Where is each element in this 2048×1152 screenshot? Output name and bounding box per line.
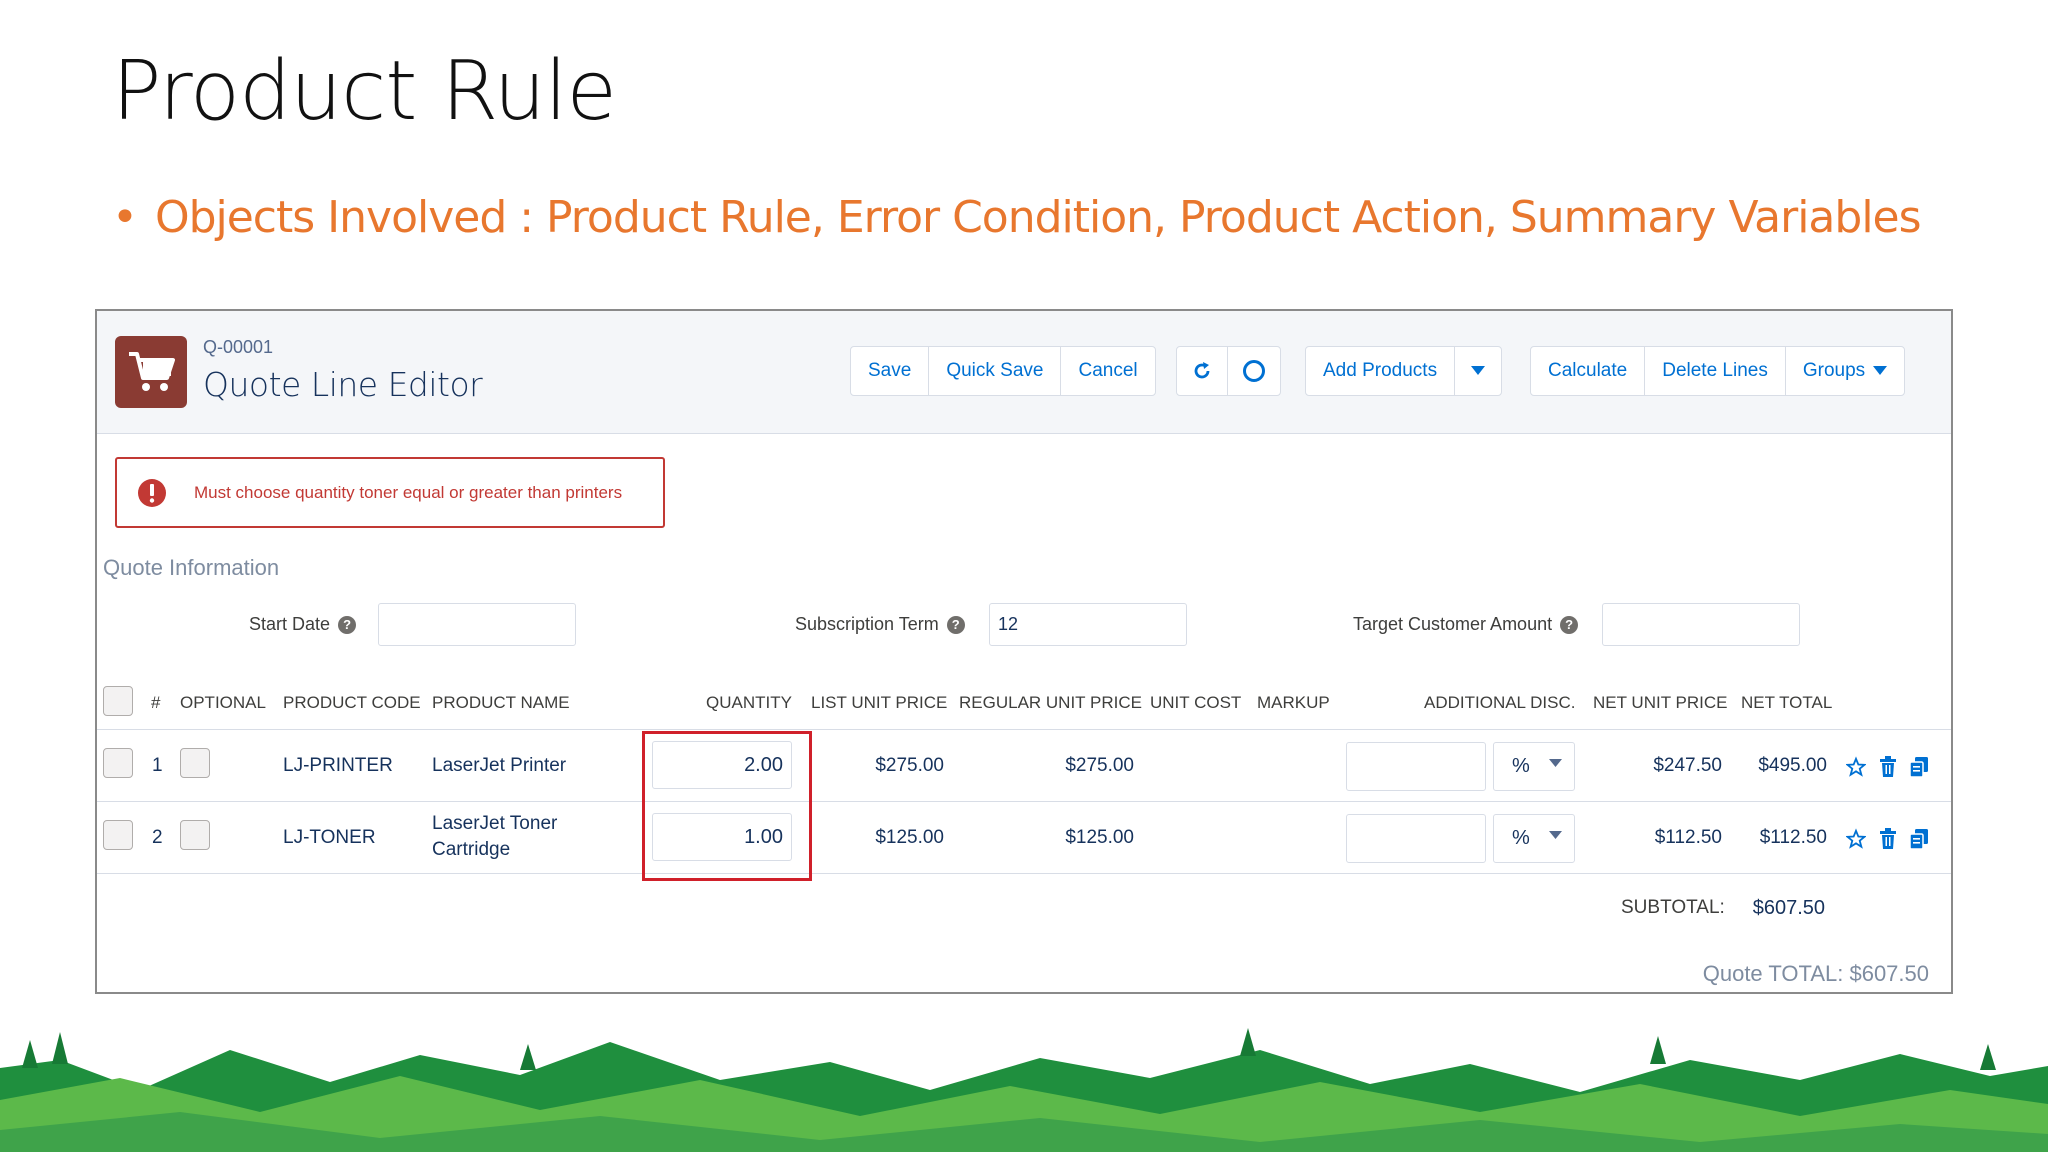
disc-type-value: % bbox=[1512, 755, 1530, 777]
delete-icon[interactable] bbox=[1878, 828, 1898, 850]
quote-line-editor-window: Q-00001 Quote Line Editor Save Quick Sav… bbox=[95, 309, 1953, 994]
row-select-checkbox[interactable] bbox=[103, 820, 133, 850]
slide-title: Product Rule bbox=[112, 44, 617, 139]
save-button-group: Save Quick Save Cancel bbox=[850, 346, 1156, 396]
chevron-down-icon bbox=[1873, 366, 1888, 375]
circle-icon bbox=[1243, 360, 1265, 382]
quote-information-label: Quote Information bbox=[103, 555, 280, 580]
column-header-product-code: PRODUCT CODE bbox=[283, 693, 421, 712]
target-amount-label: Target Customer Amount ? bbox=[1353, 614, 1579, 635]
add-products-button[interactable]: Add Products bbox=[1306, 347, 1454, 395]
row-select-checkbox[interactable] bbox=[103, 748, 133, 778]
column-header-quantity: QUANTITY bbox=[706, 693, 792, 712]
help-icon[interactable]: ? bbox=[338, 615, 357, 634]
regular-unit-price: $125.00 bbox=[1065, 827, 1134, 848]
subscription-term-input[interactable]: 12 bbox=[989, 603, 1187, 646]
target-amount-input[interactable] bbox=[1602, 603, 1800, 646]
bullet-text: Objects Involved : Product Rule, Error C… bbox=[154, 192, 1922, 243]
cancel-button[interactable]: Cancel bbox=[1060, 347, 1154, 395]
optional-checkbox[interactable] bbox=[180, 748, 210, 778]
groups-label: Groups bbox=[1802, 360, 1866, 381]
product-code: LJ-TONER bbox=[283, 827, 376, 848]
decorative-hills bbox=[0, 1028, 2048, 1152]
quote-number: Q-00001 bbox=[203, 337, 274, 357]
add-products-dropdown-button[interactable] bbox=[1454, 347, 1501, 395]
row-divider bbox=[97, 729, 1951, 730]
bullet-dot: • bbox=[112, 192, 138, 243]
column-header-markup: MARKUP bbox=[1257, 693, 1330, 712]
chevron-down-icon bbox=[1549, 831, 1562, 839]
chevron-down-icon bbox=[1471, 366, 1486, 375]
help-icon[interactable]: ? bbox=[1560, 615, 1579, 634]
column-header-net-unit-price: NET UNIT PRICE bbox=[1593, 693, 1728, 712]
delete-icon[interactable] bbox=[1878, 756, 1898, 778]
product-name-line-2: Cartridge bbox=[432, 839, 511, 860]
optional-checkbox[interactable] bbox=[180, 820, 210, 850]
refresh-button[interactable] bbox=[1177, 347, 1227, 395]
column-header-unit-cost: UNIT COST bbox=[1150, 693, 1242, 712]
column-header-product-name: PRODUCT NAME bbox=[432, 693, 570, 712]
calculate-button[interactable]: Calculate bbox=[1531, 347, 1644, 395]
net-unit-price: $247.50 bbox=[1653, 755, 1722, 776]
list-unit-price: $275.00 bbox=[875, 755, 944, 776]
additional-disc-input[interactable] bbox=[1346, 742, 1486, 791]
error-text: Must choose quantity toner equal or grea… bbox=[194, 483, 623, 502]
groups-button[interactable]: Groups bbox=[1784, 347, 1904, 395]
subscription-term-label: Subscription Term ? bbox=[795, 614, 965, 635]
quantity-highlight-box bbox=[642, 731, 812, 881]
help-icon[interactable]: ? bbox=[946, 615, 965, 634]
disc-type-select[interactable]: % bbox=[1493, 742, 1575, 791]
save-button[interactable]: Save bbox=[851, 347, 928, 395]
disc-type-select[interactable]: % bbox=[1493, 814, 1575, 863]
column-header-list-unit-price: LIST UNIT PRICE bbox=[811, 693, 948, 712]
editor-title: Quote Line Editor bbox=[203, 365, 483, 404]
refresh-icon bbox=[1194, 362, 1210, 379]
clone-icon[interactable] bbox=[1909, 828, 1929, 850]
row-number: 1 bbox=[152, 755, 163, 776]
clone-icon[interactable] bbox=[1909, 756, 1929, 778]
error-icon bbox=[138, 479, 166, 507]
product-name-line-1: LaserJet Toner bbox=[432, 813, 558, 834]
column-header-regular-unit-price: REGULAR UNIT PRICE bbox=[959, 693, 1142, 712]
row-divider bbox=[97, 801, 1951, 802]
column-header-additional-disc: ADDITIONAL DISC. bbox=[1424, 693, 1576, 712]
start-date-label: Start Date ? bbox=[249, 614, 357, 635]
cart-icon bbox=[115, 336, 187, 408]
subscription-term-label-text: Subscription Term bbox=[795, 614, 939, 634]
row-number: 2 bbox=[152, 827, 163, 848]
net-unit-price: $112.50 bbox=[1654, 827, 1722, 848]
error-message-box: Must choose quantity toner equal or grea… bbox=[115, 457, 665, 528]
chevron-down-icon bbox=[1549, 759, 1562, 767]
add-products-button-group: Add Products bbox=[1305, 346, 1503, 396]
subtotal-label: SUBTOTAL: bbox=[1621, 897, 1725, 918]
quick-save-button[interactable]: Quick Save bbox=[928, 347, 1060, 395]
subtotal-value: $607.50 bbox=[1752, 897, 1825, 919]
quote-total: Quote TOTAL: $607.50 bbox=[1702, 961, 1929, 986]
star-icon[interactable] bbox=[1846, 828, 1866, 850]
net-total: $495.00 bbox=[1758, 755, 1827, 776]
product-name: LaserJet Printer bbox=[432, 755, 567, 776]
product-code: LJ-PRINTER bbox=[283, 755, 393, 776]
column-header-num: # bbox=[151, 693, 161, 712]
list-unit-price: $125.00 bbox=[875, 827, 944, 848]
star-icon[interactable] bbox=[1846, 756, 1866, 778]
delete-lines-button[interactable]: Delete Lines bbox=[1644, 347, 1785, 395]
row-divider bbox=[97, 873, 1951, 874]
net-total: $112.50 bbox=[1759, 827, 1827, 848]
start-date-input[interactable] bbox=[378, 603, 576, 646]
actions-button-group: Calculate Delete Lines Groups bbox=[1530, 346, 1906, 396]
column-header-net-total: NET TOTAL bbox=[1741, 693, 1833, 712]
column-header-optional: OPTIONAL bbox=[180, 693, 266, 712]
additional-disc-input[interactable] bbox=[1346, 814, 1486, 863]
regular-unit-price: $275.00 bbox=[1065, 755, 1134, 776]
circle-button[interactable] bbox=[1227, 347, 1280, 395]
select-all-checkbox[interactable] bbox=[103, 686, 133, 716]
refresh-button-group bbox=[1176, 346, 1281, 396]
editor-header: Q-00001 Quote Line Editor Save Quick Sav… bbox=[97, 311, 1951, 434]
slide-bullet: • Objects Involved : Product Rule, Error … bbox=[112, 192, 1922, 243]
disc-type-value: % bbox=[1512, 827, 1530, 849]
target-amount-label-text: Target Customer Amount bbox=[1353, 614, 1553, 634]
start-date-label-text: Start Date bbox=[249, 614, 331, 634]
